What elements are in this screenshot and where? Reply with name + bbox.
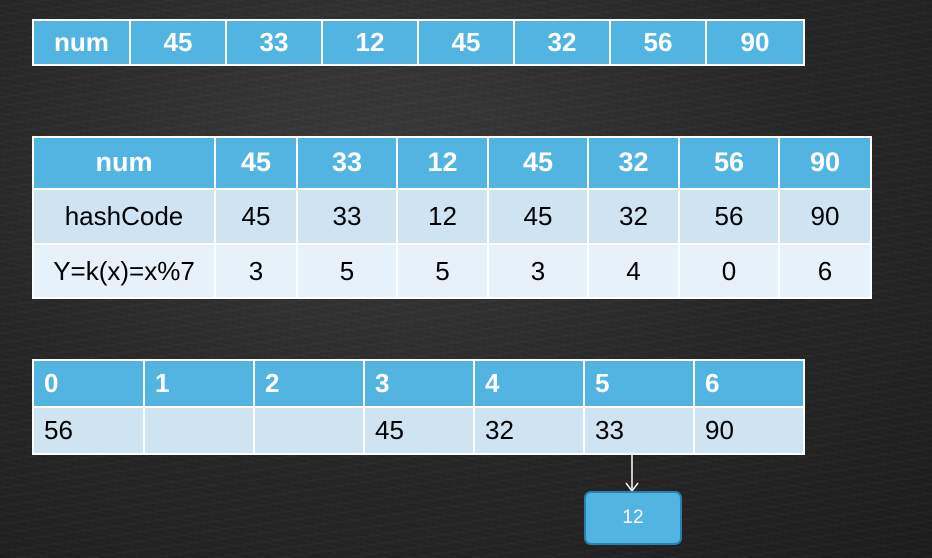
hash-header-cell: 32: [587, 136, 680, 190]
num-cell: 56: [609, 19, 707, 66]
bucket-value-cell: 56: [32, 406, 145, 455]
bucket-value-cell: 90: [693, 406, 805, 455]
bucket-index-cell: 3: [363, 359, 475, 408]
hash-header-cell: num: [32, 136, 216, 190]
num-cell: 12: [321, 19, 419, 66]
bucket-value-row: 56 45 32 33 90: [32, 406, 805, 455]
num-row: num 45 33 12 45 32 56 90: [32, 19, 805, 66]
num-cell: 33: [225, 19, 323, 66]
hash-table-header-row: num 45 33 12 45 32 56 90: [32, 136, 872, 190]
hash-table: num 45 33 12 45 32 56 90 hashCode 45 33 …: [32, 136, 872, 299]
mod-cell: 4: [587, 243, 680, 299]
hashcode-label-cell: hashCode: [32, 187, 216, 246]
bucket-index-cell: 4: [473, 359, 585, 408]
mod-cell: 3: [487, 243, 589, 299]
mod-cell: 5: [296, 243, 398, 299]
chain-node-label: 12: [622, 507, 644, 528]
hashcode-cell: 33: [296, 187, 398, 246]
chain-node: 12: [584, 491, 682, 545]
bucket-index-cell: 2: [253, 359, 365, 408]
num-table: num 45 33 12 45 32 56 90: [32, 19, 805, 66]
mod-cell: 0: [678, 243, 780, 299]
bucket-index-cell: 6: [693, 359, 805, 408]
num-cell: 90: [705, 19, 805, 66]
hashcode-cell: 45: [214, 187, 298, 246]
hash-header-cell: 90: [778, 136, 872, 190]
bucket-value-cell: 32: [473, 406, 585, 455]
hashcode-cell: 90: [778, 187, 872, 246]
mod-cell: 3: [214, 243, 298, 299]
chain-arrow-icon: [625, 455, 639, 493]
hash-header-cell: 12: [396, 136, 489, 190]
bucket-index-cell: 5: [583, 359, 695, 408]
mod-label-cell: Y=k(x)=x%7: [32, 243, 216, 299]
bucket-value-cell: 33: [583, 406, 695, 455]
bucket-table: 0 1 2 3 4 5 6 56 45 32 33 90: [32, 359, 805, 455]
num-cell: 45: [417, 19, 515, 66]
bucket-value-cell: [143, 406, 255, 455]
hashcode-cell: 32: [587, 187, 680, 246]
bucket-index-cell: 0: [32, 359, 145, 408]
mod-cell: 5: [396, 243, 489, 299]
hash-header-cell: 33: [296, 136, 398, 190]
hash-header-cell: 56: [678, 136, 780, 190]
mod-row: Y=k(x)=x%7 3 5 5 3 4 0 6: [32, 243, 872, 299]
hashcode-cell: 56: [678, 187, 780, 246]
num-cell: 32: [513, 19, 611, 66]
mod-cell: 6: [778, 243, 872, 299]
bucket-index-cell: 1: [143, 359, 255, 408]
bucket-value-cell: [253, 406, 365, 455]
num-cell: 45: [129, 19, 227, 66]
hashcode-cell: 45: [487, 187, 589, 246]
num-header-cell: num: [32, 19, 131, 66]
hash-header-cell: 45: [214, 136, 298, 190]
hashcode-cell: 12: [396, 187, 489, 246]
bucket-index-row: 0 1 2 3 4 5 6: [32, 359, 805, 408]
bucket-value-cell: 45: [363, 406, 475, 455]
hashcode-row: hashCode 45 33 12 45 32 56 90: [32, 187, 872, 246]
hash-header-cell: 45: [487, 136, 589, 190]
